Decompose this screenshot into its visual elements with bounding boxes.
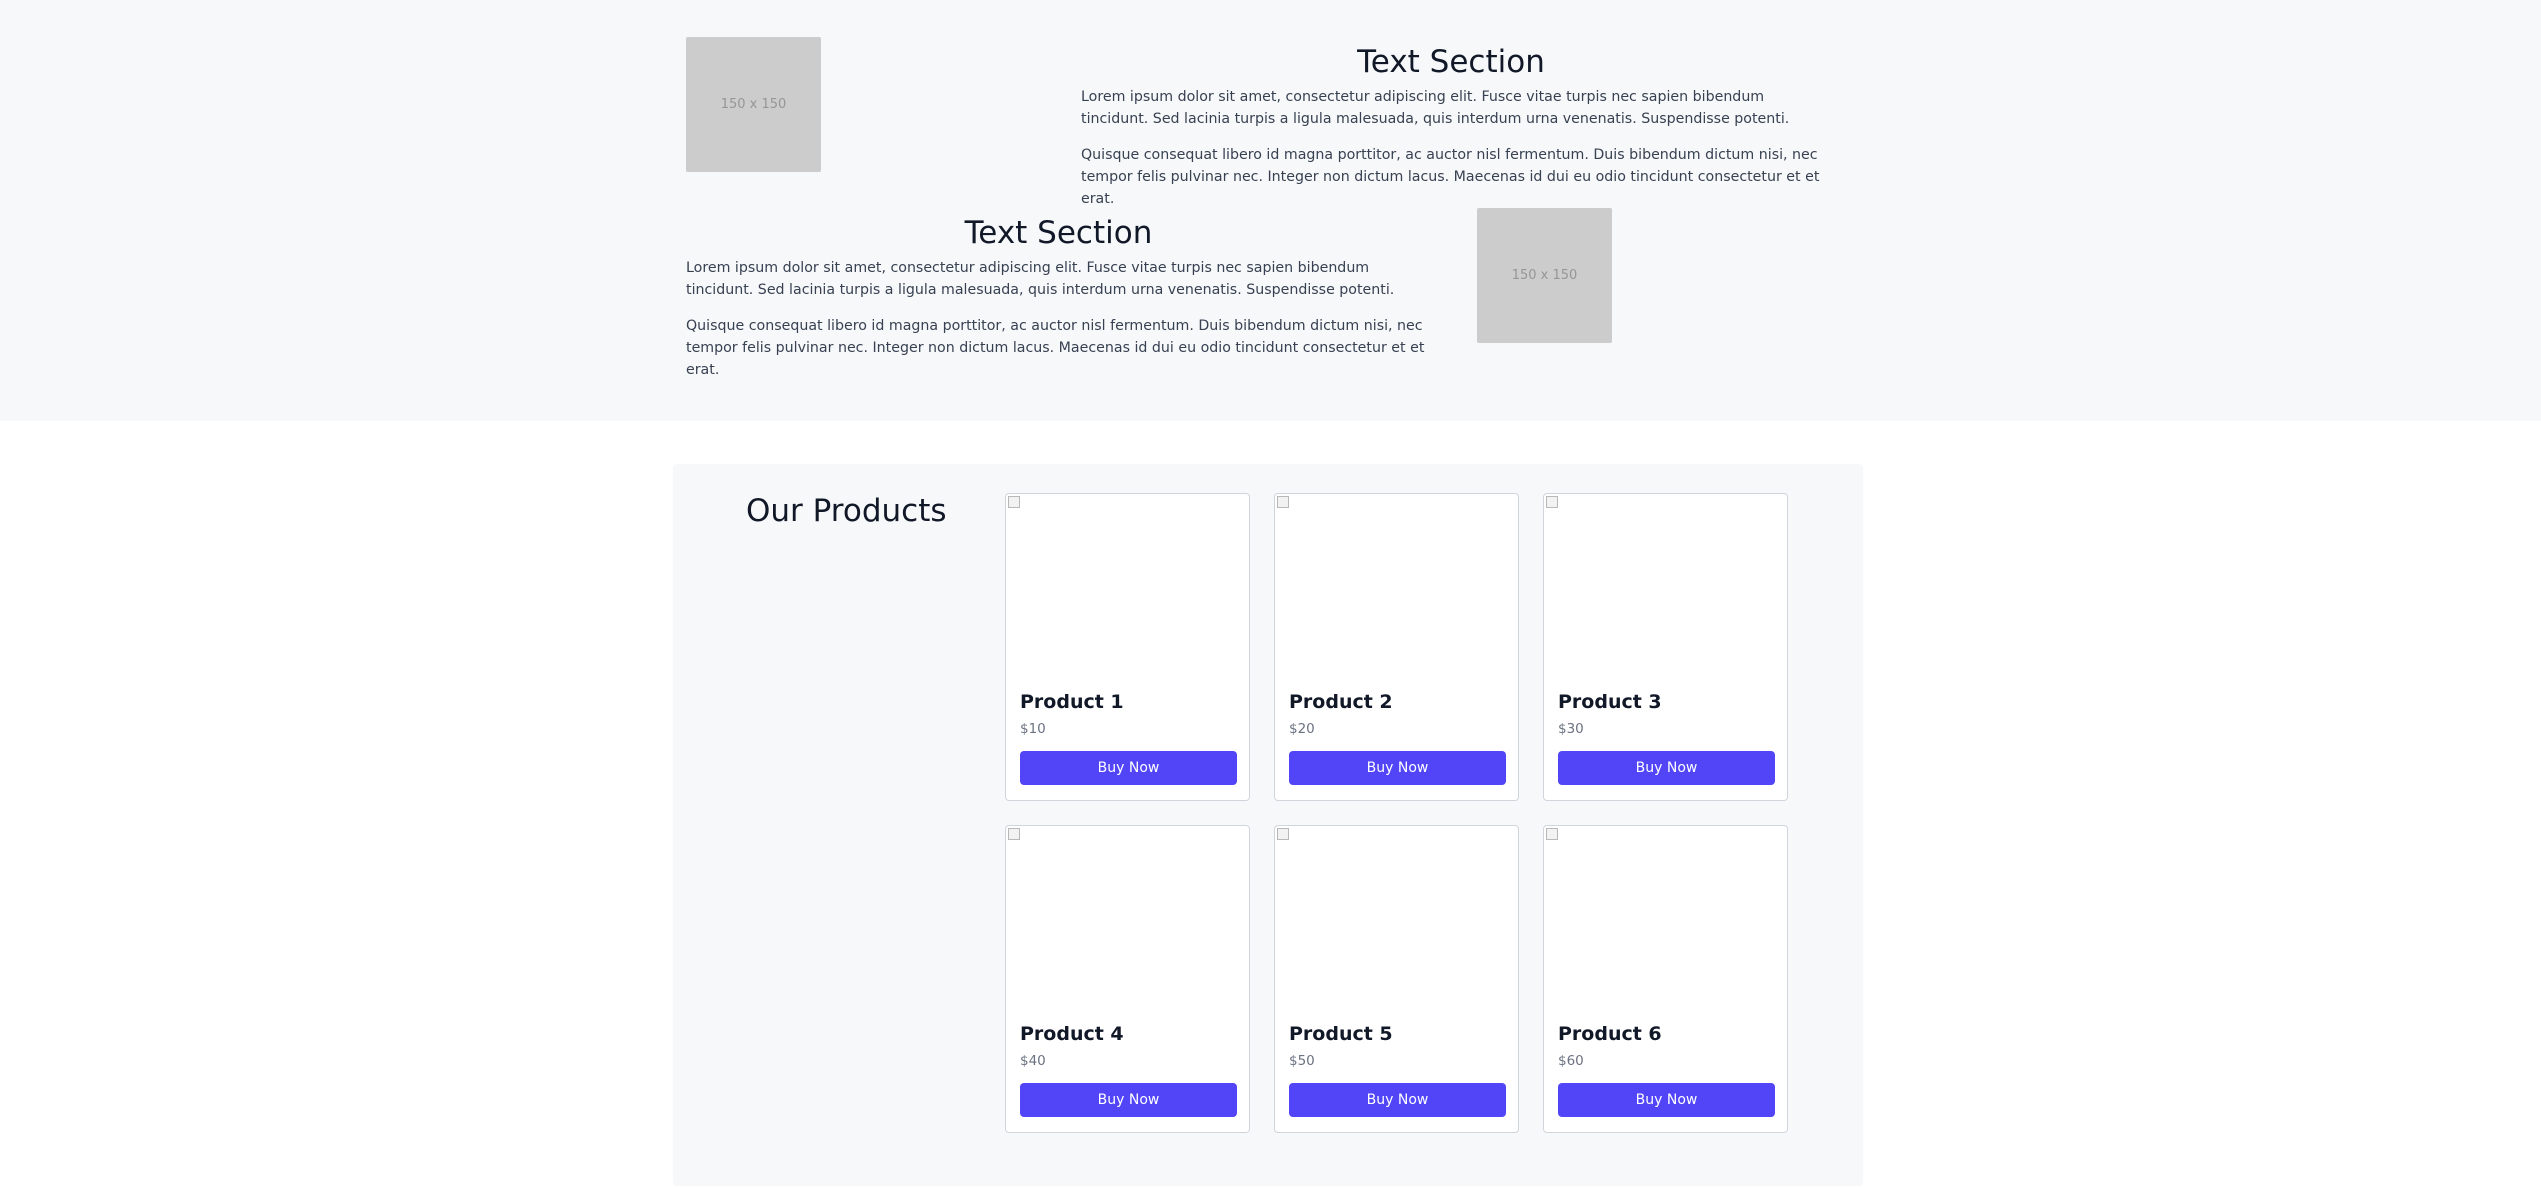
products-title: Our Products xyxy=(746,493,947,529)
broken-image-icon xyxy=(1546,828,1558,840)
product-name: Product 5 xyxy=(1289,1023,1393,1045)
product-price: $50 xyxy=(1289,1053,1315,1069)
product-image xyxy=(1275,494,1518,672)
product-price: $40 xyxy=(1020,1053,1046,1069)
product-name: Product 2 xyxy=(1289,691,1393,713)
product-image xyxy=(1544,826,1787,1004)
product-card: Product 6 $60 Buy Now xyxy=(1543,825,1788,1133)
section-paragraph: Quisque consequat libero id magna portti… xyxy=(686,318,1425,378)
product-image xyxy=(1544,494,1787,672)
product-card: Product 5 $50 Buy Now xyxy=(1274,825,1519,1133)
product-price: $60 xyxy=(1558,1053,1584,1069)
product-card: Product 4 $40 Buy Now xyxy=(1005,825,1250,1133)
section-paragraph: Lorem ipsum dolor sit amet, consectetur … xyxy=(1081,89,1790,127)
product-card: Product 1 $10 Buy Now xyxy=(1005,493,1250,801)
product-card: Product 3 $30 Buy Now xyxy=(1543,493,1788,801)
buy-now-button[interactable]: Buy Now xyxy=(1020,751,1237,785)
product-name: Product 6 xyxy=(1558,1023,1662,1045)
placeholder-image-1: 150 x 150 xyxy=(686,37,821,172)
product-name: Product 4 xyxy=(1020,1023,1124,1045)
broken-image-icon xyxy=(1008,828,1020,840)
placeholder-image-label: 150 x 150 xyxy=(1511,268,1578,283)
placeholder-image-2: 150 x 150 xyxy=(1477,208,1612,343)
buy-now-button[interactable]: Buy Now xyxy=(1020,1083,1237,1117)
product-image xyxy=(1006,494,1249,672)
section-paragraph: Quisque consequat libero id magna portti… xyxy=(1081,147,1820,207)
broken-image-icon xyxy=(1277,496,1289,508)
product-price: $20 xyxy=(1289,721,1315,737)
broken-image-icon xyxy=(1546,496,1558,508)
buy-now-button[interactable]: Buy Now xyxy=(1289,1083,1506,1117)
product-image xyxy=(1006,826,1249,1004)
broken-image-icon xyxy=(1008,496,1020,508)
buy-now-button[interactable]: Buy Now xyxy=(1289,751,1506,785)
product-card: Product 2 $20 Buy Now xyxy=(1274,493,1519,801)
broken-image-icon xyxy=(1277,828,1289,840)
buy-now-button[interactable]: Buy Now xyxy=(1558,751,1775,785)
product-price: $10 xyxy=(1020,721,1046,737)
section-heading: Text Section xyxy=(964,215,1153,251)
product-name: Product 3 xyxy=(1558,691,1662,713)
text-section-1: Text Section Lorem ipsum dolor sit amet,… xyxy=(1081,42,1821,210)
buy-now-button[interactable]: Buy Now xyxy=(1558,1083,1775,1117)
section-heading: Text Section xyxy=(1357,44,1545,80)
section-paragraph: Lorem ipsum dolor sit amet, consectetur … xyxy=(686,260,1395,298)
placeholder-image-label: 150 x 150 xyxy=(720,97,787,112)
product-image xyxy=(1275,826,1518,1004)
product-price: $30 xyxy=(1558,721,1584,737)
product-name: Product 1 xyxy=(1020,691,1124,713)
text-section-2: Text Section Lorem ipsum dolor sit amet,… xyxy=(686,213,1431,381)
